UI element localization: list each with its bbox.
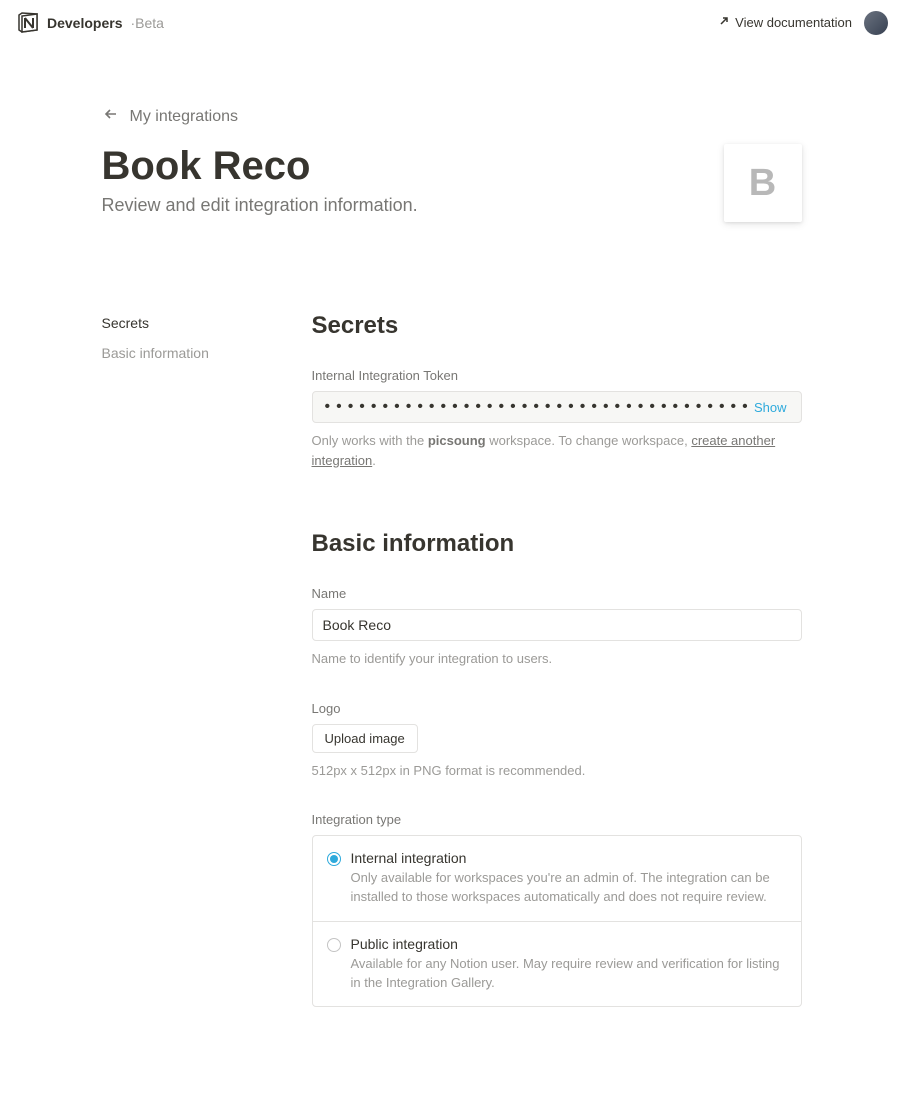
- notion-logo-icon[interactable]: [15, 10, 41, 36]
- name-field: Name Name to identify your integration t…: [312, 586, 802, 669]
- upload-image-button[interactable]: Upload image: [312, 724, 418, 753]
- developers-label: Developers: [47, 15, 122, 31]
- view-docs-link[interactable]: View documentation: [718, 15, 852, 30]
- radio-content: Public integration Available for any Not…: [351, 936, 787, 993]
- secrets-section: Secrets Internal Integration Token •••••…: [312, 312, 802, 470]
- content-layout: Secrets Basic information Secrets Intern…: [102, 312, 802, 1067]
- radio-icon: [327, 852, 341, 866]
- token-field: Internal Integration Token •••••••••••••…: [312, 368, 802, 470]
- beta-label: ·Beta: [130, 15, 163, 31]
- sidebar-item-label: Secrets: [102, 315, 149, 331]
- show-token-button[interactable]: Show: [750, 400, 791, 415]
- page-header: Book Reco Review and edit integration in…: [102, 144, 802, 222]
- page-title: Book Reco: [102, 144, 724, 189]
- radio-title: Public integration: [351, 936, 787, 952]
- main-panel: Secrets Internal Integration Token •••••…: [312, 312, 802, 1067]
- page-header-text: Book Reco Review and edit integration in…: [102, 144, 724, 216]
- token-helper-text: Only works with the picsoung workspace. …: [312, 431, 802, 470]
- sidebar-item-secrets[interactable]: Secrets: [102, 312, 272, 334]
- user-avatar[interactable]: [864, 11, 888, 35]
- workspace-name: picsoung: [428, 433, 486, 448]
- main-content: My integrations Book Reco Review and edi…: [82, 45, 822, 1107]
- token-box: ••••••••••••••••••••••••••••••••••••••••…: [312, 391, 802, 423]
- name-input[interactable]: [312, 609, 802, 641]
- breadcrumb-back[interactable]: My integrations: [102, 105, 802, 128]
- view-docs-label: View documentation: [735, 15, 852, 30]
- basic-info-heading: Basic information: [312, 530, 802, 558]
- sidebar: Secrets Basic information: [102, 312, 272, 1067]
- arrow-left-icon: [102, 105, 120, 128]
- logo-label: Logo: [312, 701, 802, 716]
- header-right: View documentation: [718, 11, 888, 35]
- radio-content: Internal integration Only available for …: [351, 850, 787, 907]
- integration-icon-letter: B: [749, 162, 776, 205]
- sidebar-item-basic-info[interactable]: Basic information: [102, 342, 272, 364]
- helper-post: .: [372, 453, 376, 468]
- integration-type-label: Integration type: [312, 812, 802, 827]
- radio-desc: Only available for workspaces you're an …: [351, 869, 787, 907]
- logo-field: Logo Upload image 512px x 512px in PNG f…: [312, 701, 802, 781]
- basic-info-section: Basic information Name Name to identify …: [312, 530, 802, 1007]
- name-helper: Name to identify your integration to use…: [312, 649, 802, 669]
- external-link-icon: [718, 15, 730, 30]
- token-value: ••••••••••••••••••••••••••••••••••••••••…: [323, 399, 750, 415]
- radio-icon: [327, 938, 341, 952]
- breadcrumb-label: My integrations: [130, 108, 239, 126]
- sidebar-item-label: Basic information: [102, 345, 209, 361]
- integration-type-field: Integration type Internal integration On…: [312, 812, 802, 1007]
- secrets-heading: Secrets: [312, 312, 802, 340]
- radio-option-internal[interactable]: Internal integration Only available for …: [313, 836, 801, 922]
- helper-pre: Only works with the: [312, 433, 428, 448]
- page-subtitle: Review and edit integration information.: [102, 195, 724, 216]
- integration-icon: B: [724, 144, 802, 222]
- token-label: Internal Integration Token: [312, 368, 802, 383]
- integration-type-radio-group: Internal integration Only available for …: [312, 835, 802, 1007]
- radio-desc: Available for any Notion user. May requi…: [351, 955, 787, 993]
- radio-title: Internal integration: [351, 850, 787, 866]
- name-label: Name: [312, 586, 802, 601]
- radio-option-public[interactable]: Public integration Available for any Not…: [313, 922, 801, 1007]
- header-left: Developers ·Beta: [15, 10, 164, 36]
- logo-helper: 512px x 512px in PNG format is recommend…: [312, 761, 802, 781]
- helper-mid: workspace. To change workspace,: [486, 433, 692, 448]
- header: Developers ·Beta View documentation: [0, 0, 903, 45]
